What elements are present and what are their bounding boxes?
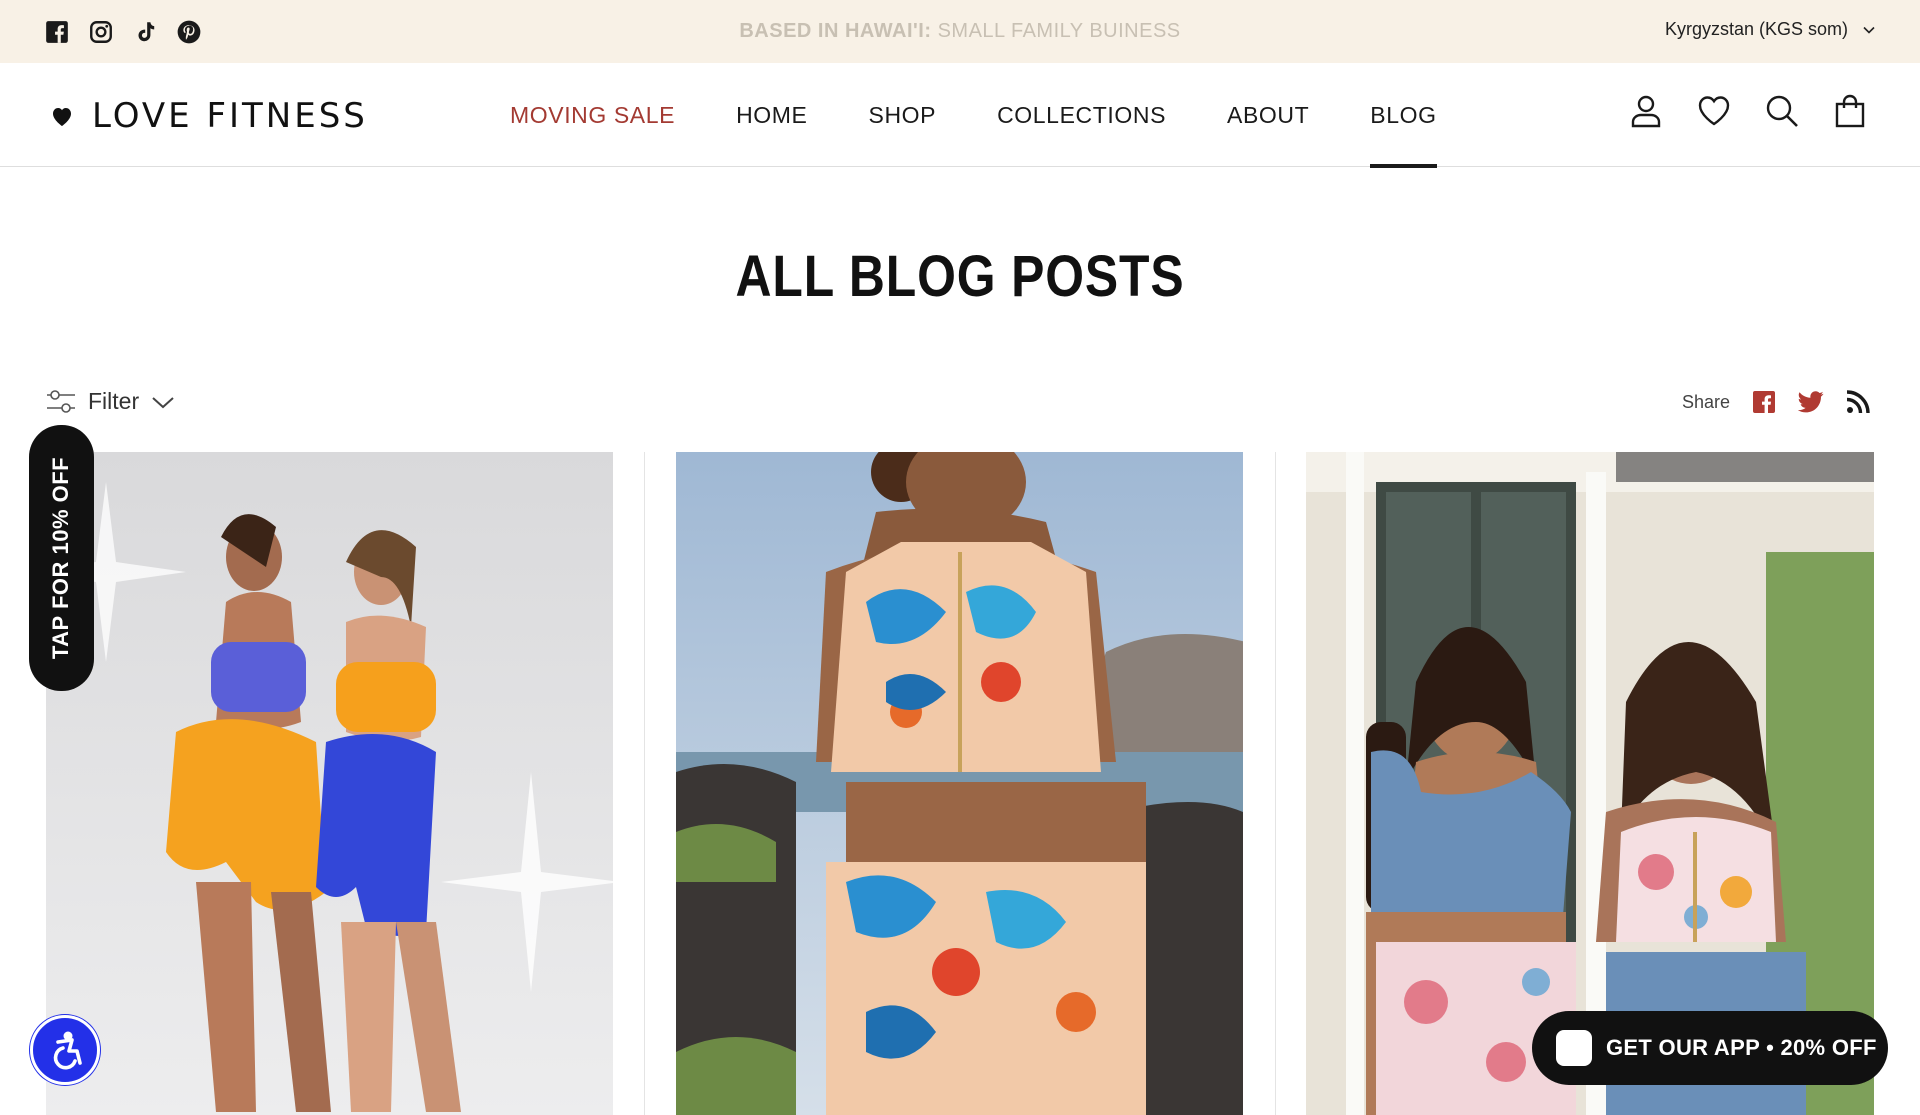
cart-bag-icon[interactable] — [1832, 93, 1868, 129]
currency-label: Kyrgyzstan (KGS som) — [1664, 19, 1848, 39]
chevron-down-icon — [1863, 26, 1875, 34]
heart-logo-icon — [53, 108, 71, 126]
app-logo — [1556, 1030, 1592, 1066]
announcement-rest: SMALL FAMILY BUINESS — [931, 20, 1181, 42]
nav-home[interactable]: HOME — [736, 63, 807, 167]
share-bar: Share — [1682, 390, 1870, 414]
nav-blog[interactable]: BLOG — [1370, 63, 1437, 168]
logo-text: LOVE FITNESS — [92, 96, 368, 136]
nav-about[interactable]: ABOUT — [1227, 63, 1309, 167]
get-app-label: GET OUR APP • 20% OFF — [1606, 1035, 1877, 1060]
site-logo[interactable]: LOVE FITNESS — [50, 96, 368, 136]
accessibility-button[interactable] — [30, 1015, 100, 1085]
announcement-bar: BASED IN HAWAI'I: SMALL FAMILY BUINESS K… — [0, 0, 1920, 63]
share-label: Share — [1681, 391, 1730, 412]
get-app-button[interactable]: GET OUR APP • 20% OFF — [1532, 1011, 1888, 1085]
nav-shop[interactable]: SHOP — [869, 63, 937, 167]
facebook-icon[interactable] — [1752, 390, 1776, 414]
accessibility-icon — [53, 1031, 82, 1070]
blog-post-image — [676, 452, 1243, 1115]
nav-moving-sale[interactable]: MOVING SALE — [510, 63, 675, 167]
blog-post-image — [46, 452, 613, 1115]
wishlist-heart-icon[interactable] — [1696, 93, 1732, 129]
chevron-down-icon — [152, 396, 174, 408]
twitter-icon[interactable] — [1798, 391, 1824, 413]
account-icon[interactable] — [1628, 93, 1664, 129]
column-divider — [644, 452, 645, 1115]
blog-post-card-2[interactable] — [676, 452, 1243, 1115]
nav-collections[interactable]: COLLECTIONS — [997, 63, 1166, 167]
discount-side-tab[interactable]: TAP FOR 10% OFF — [29, 425, 94, 691]
main-nav: MOVING SALE HOME SHOP COLLECTIONS ABOUT … — [510, 63, 1498, 168]
blog-post-card-1[interactable] — [46, 452, 613, 1115]
rss-icon[interactable] — [1846, 390, 1870, 414]
page-title: ALL BLOG POSTS — [735, 244, 1185, 309]
announcement-text: BASED IN HAWAI'I: SMALL FAMILY BUINESS — [0, 20, 1920, 43]
column-divider — [1275, 452, 1276, 1115]
announcement-bold: BASED IN HAWAI'I: — [739, 20, 932, 42]
search-icon[interactable] — [1764, 93, 1800, 129]
currency-selector[interactable]: Kyrgyzstan (KGS som) — [1665, 19, 1876, 40]
filter-sliders-icon — [47, 389, 75, 413]
site-header: LOVE FITNESS MOVING SALE HOME SHOP COLLE… — [0, 63, 1920, 168]
discount-side-tab-label: TAP FOR 10% OFF — [48, 456, 74, 660]
filter-toggle[interactable]: Filter — [46, 388, 175, 415]
header-actions — [1628, 93, 1868, 129]
filter-label: Filter — [88, 388, 140, 414]
